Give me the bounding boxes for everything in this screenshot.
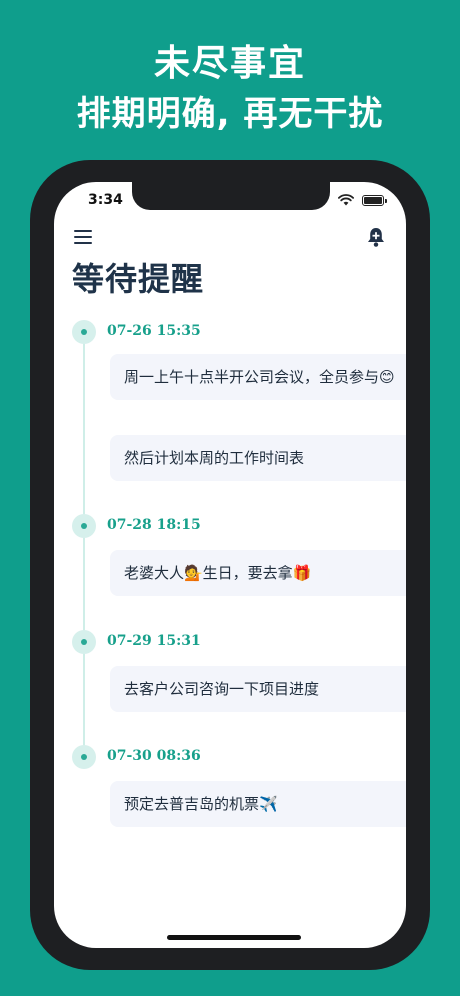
timeline-dot (72, 630, 96, 654)
reminder-text: 周一上午十点半开公司会议，全员参与😊 (124, 368, 395, 386)
reminder-card[interactable]: 老婆大人💁生日，要去拿🎁 (110, 550, 406, 596)
reminder-date: 07-30 08:36 (107, 748, 201, 764)
reminder-text: 老婆大人💁生日，要去拿🎁 (124, 564, 312, 582)
reminder-text: 预定去普吉岛的机票✈️ (124, 795, 278, 813)
timeline-connector (83, 652, 85, 754)
app-screen: 3:34 等待提醒 07-26 15:35 周一上午十点半开公司会议，全员参与😊… (54, 182, 406, 948)
reminder-text: 然后计划本周的工作时间表 (124, 449, 305, 467)
timeline-connector (83, 342, 85, 526)
promo-subheadline: 排期明确, 再无干扰 (76, 94, 384, 134)
timeline-dot (72, 320, 96, 344)
reminder-date: 07-29 15:31 (107, 633, 201, 649)
timeline-connector (83, 536, 85, 638)
reminder-card[interactable]: 然后计划本周的工作时间表 (110, 435, 406, 481)
timeline-dot (72, 745, 96, 769)
reminder-card[interactable]: 预定去普吉岛的机票✈️ (110, 781, 406, 827)
reminder-timeline: 07-26 15:35 周一上午十点半开公司会议，全员参与😊 然后计划本周的工作… (54, 182, 406, 948)
promo-headline: 未尽事宜 (153, 43, 306, 84)
phone-frame: 3:34 等待提醒 07-26 15:35 周一上午十点半开公司会议，全员参与😊… (30, 160, 430, 970)
reminder-card[interactable]: 去客户公司咨询一下项目进度 (110, 666, 406, 712)
reminder-date: 07-28 18:15 (107, 517, 201, 533)
home-indicator[interactable] (167, 935, 301, 940)
reminder-date: 07-26 15:35 (107, 323, 201, 339)
reminder-card[interactable]: 周一上午十点半开公司会议，全员参与😊 (110, 354, 406, 400)
reminder-text: 去客户公司咨询一下项目进度 (124, 680, 320, 698)
timeline-dot (72, 514, 96, 538)
